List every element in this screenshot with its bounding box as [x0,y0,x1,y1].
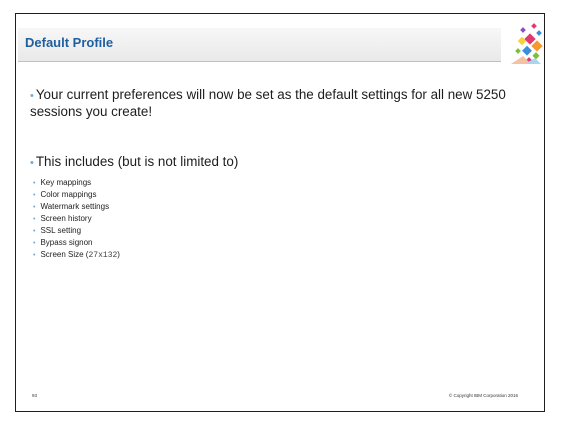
list-item: • Color mappings [33,190,97,199]
bullet-dot-icon: • [33,240,36,247]
bullet-includes: • This includes (but is not limited to) [30,154,520,171]
bullet-dot-icon: • [33,216,36,223]
settings-sub-list: • Key mappings • Color mappings • Watermark… [33,177,120,261]
bullet-preferences-text: Your current preferences will now be set… [30,87,506,119]
list-item: • Screen history [33,214,92,223]
list-item: • Watermark settings [33,202,110,211]
bullet-includes-text: This includes (but is not limited to) [35,154,239,169]
bullet-preferences: • Your current preferences will now be se… [30,87,520,120]
list-item: • Key mappings [33,178,92,187]
colorful-diamond-logo-icon [511,23,543,64]
bullet-dot-icon: • [33,228,36,235]
list-item-screen-size: • Screen Size (27x132) [33,250,120,260]
bullet-dot-icon: • [30,157,34,169]
bullet-dot-icon: • [33,204,36,211]
screen-size-code: 27x132 [88,251,118,260]
slide-title: Default Profile [25,35,114,50]
list-item: • Bypass signon [33,238,93,247]
bullet-dot-icon: • [33,252,36,259]
list-item: • SSL setting [33,226,82,235]
title-divider [18,61,501,62]
bullet-dot-icon: • [33,180,36,187]
bullet-dot-icon: • [30,90,34,102]
page-number: 93 [32,393,38,398]
bullet-dot-icon: • [33,192,36,199]
copyright-notice: © Copyright IBM Corporation 2016 [448,393,518,398]
